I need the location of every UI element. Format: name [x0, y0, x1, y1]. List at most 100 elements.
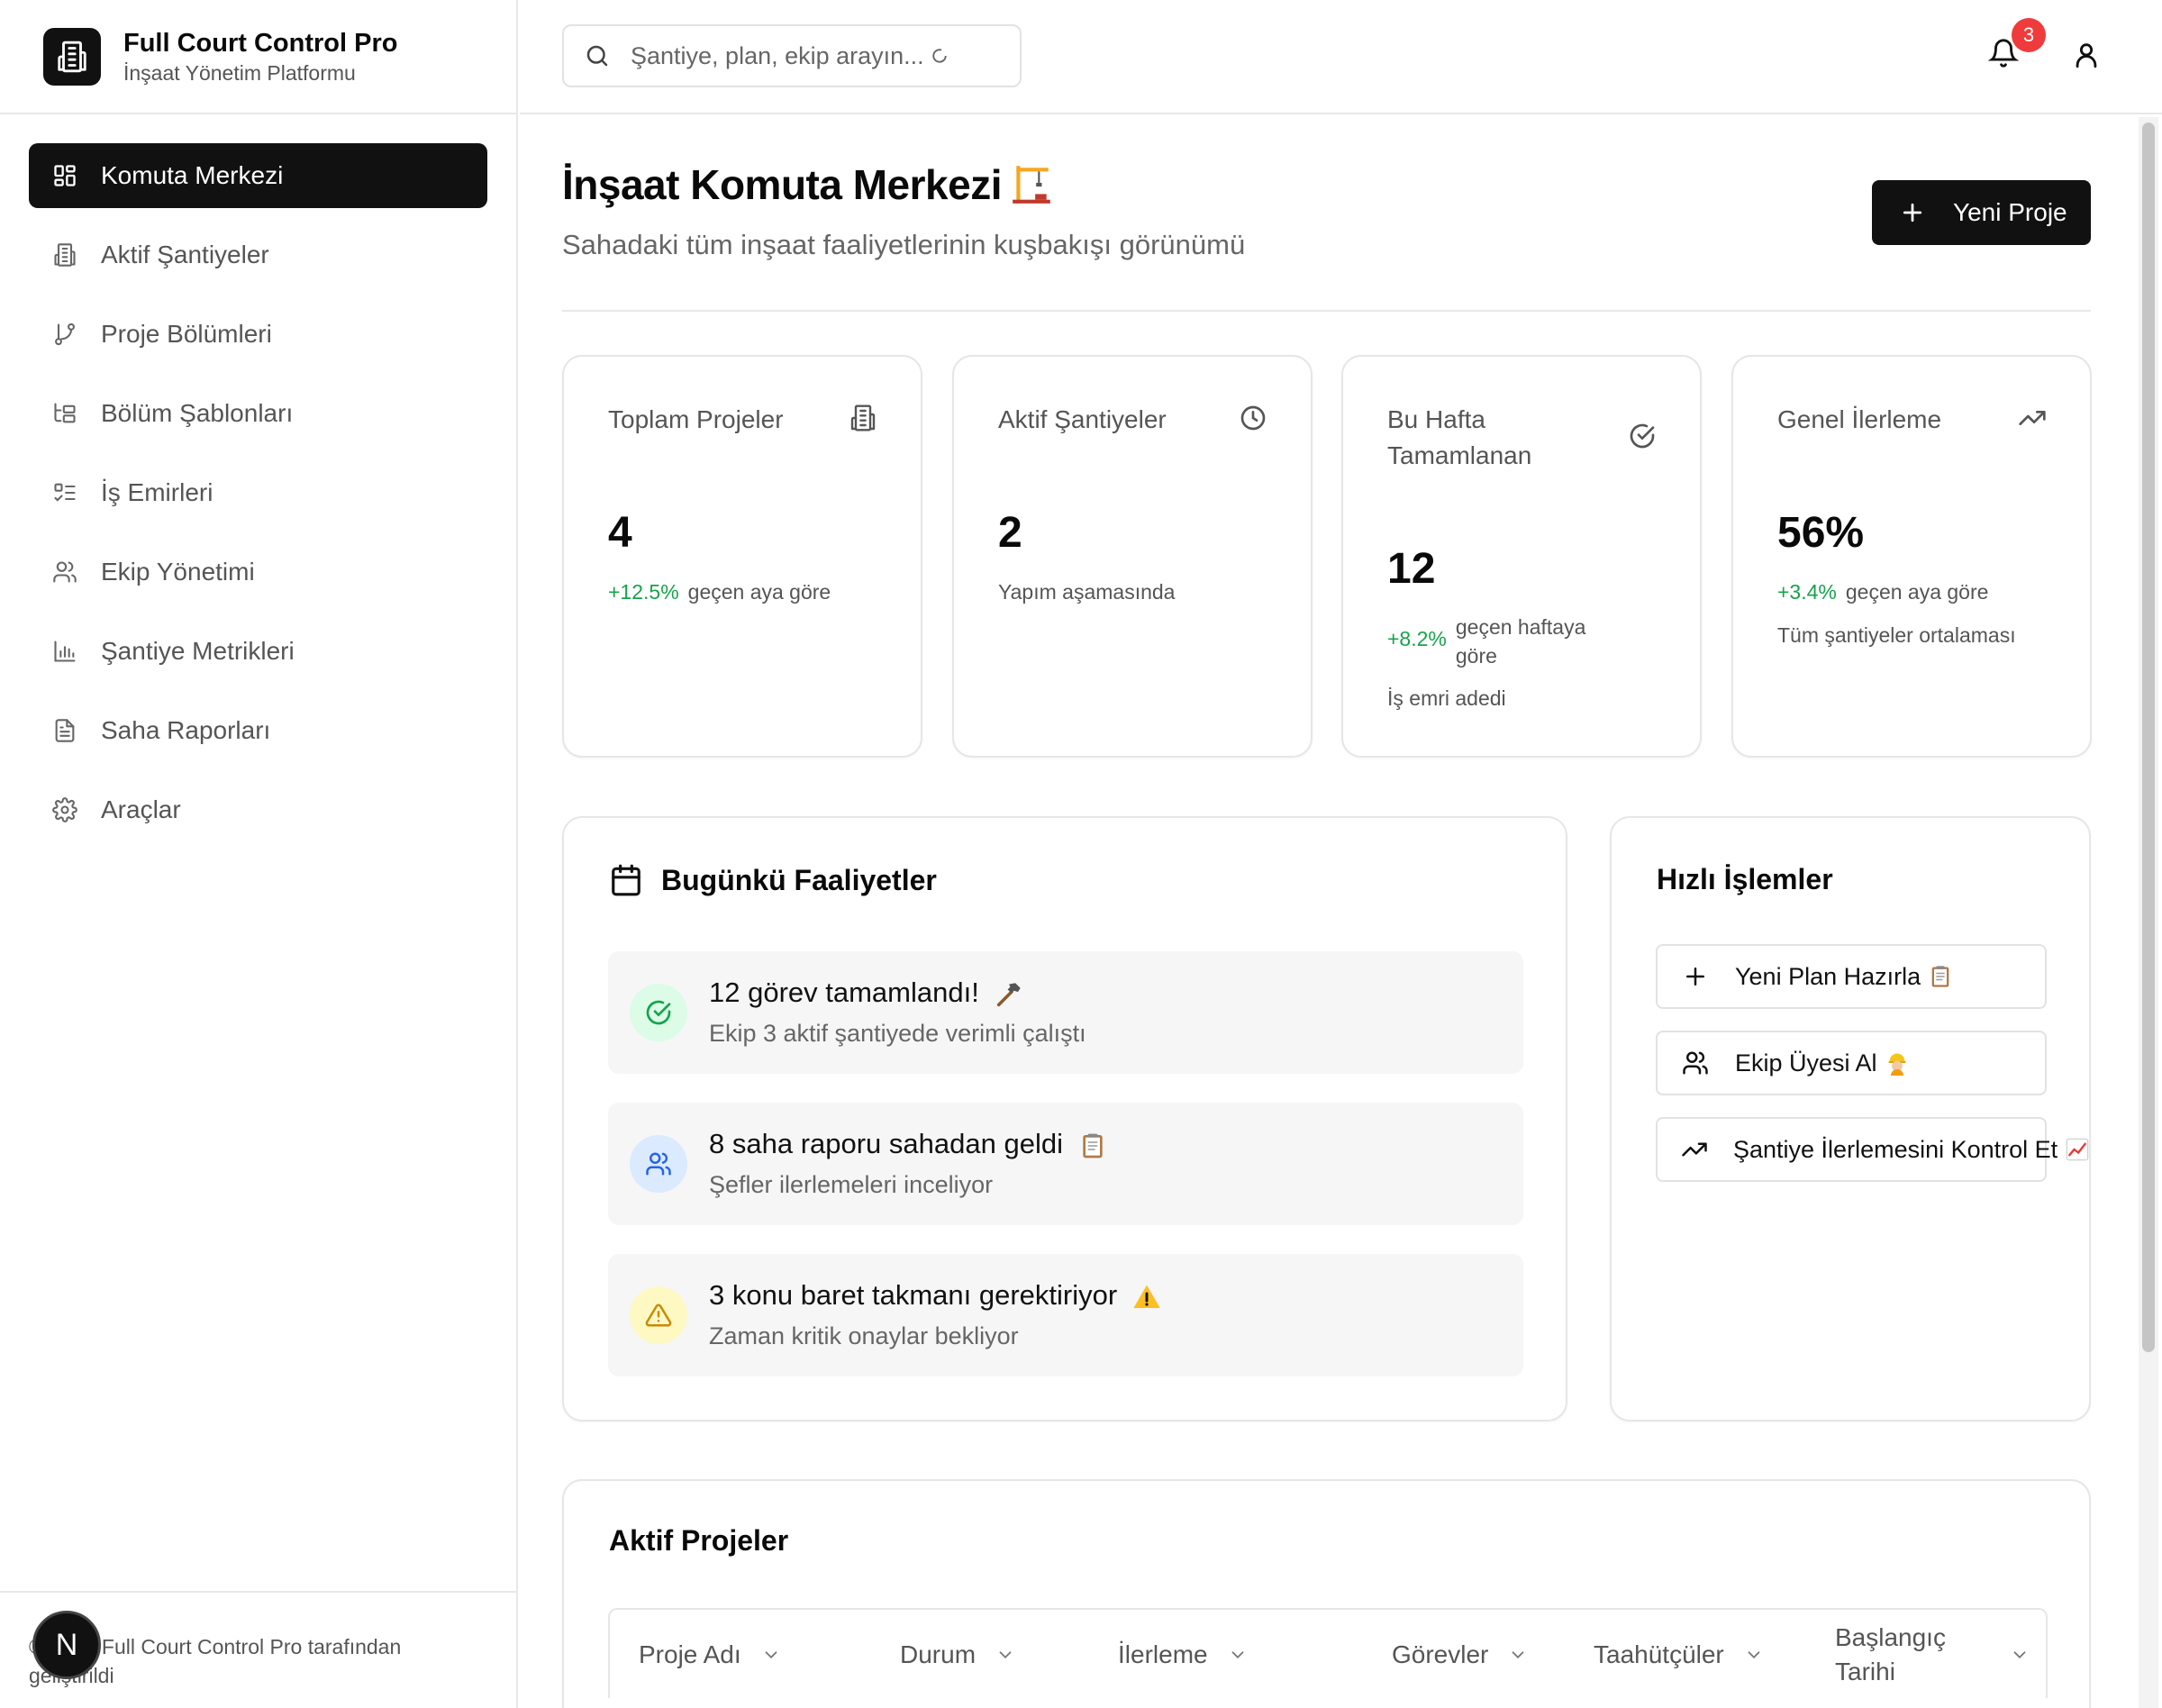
- sidebar-item-proje-bolumleri[interactable]: Proje Bölümleri: [29, 302, 487, 367]
- search-input[interactable]: Şantiye, plan, ekip arayın...: [562, 24, 1022, 87]
- dev-tools-badge[interactable]: N: [32, 1611, 101, 1679]
- sidebar-item-bolum-sablonlari[interactable]: Bölüm Şablonları: [29, 381, 487, 446]
- sidebar-item-label: İş Emirleri: [101, 478, 213, 506]
- stat-change-text: geçen aya göre: [687, 580, 831, 604]
- column-header-baslangic-tarihi[interactable]: Başlangıç Tarihi: [1835, 1610, 2030, 1700]
- stat-card-genel-ilerleme: Genel İlerleme 56% +3.4% geçen aya göre …: [1731, 355, 2092, 758]
- sidebar-item-araclar[interactable]: Araçlar: [29, 777, 487, 842]
- column-header-gorevler[interactable]: Görevler: [1392, 1610, 1528, 1700]
- sidebar-nav: Komuta Merkezi Aktif Şantiyeler Proje Bö…: [0, 114, 516, 842]
- clock-icon: [1239, 404, 1267, 432]
- brand[interactable]: Full Court Control Pro İnşaat Yönetim Pl…: [0, 0, 516, 114]
- sidebar-item-aktif-santiyeler[interactable]: Aktif Şantiyeler: [29, 223, 487, 287]
- activity-item[interactable]: 3 konu baret takmanı gerektiriyor Zaman …: [608, 1254, 1523, 1376]
- page-title: İnşaat Komuta Merkezi: [562, 160, 1054, 209]
- stat-title: Aktif Şantiyeler: [998, 405, 1167, 433]
- sidebar-item-komuta-merkezi[interactable]: Komuta Merkezi: [29, 143, 487, 208]
- activities-title: Bugünkü Faaliyetler: [661, 863, 937, 896]
- activity-title: 12 görev tamamlandı!: [709, 977, 1024, 1010]
- activities-header: Bugünkü Faaliyetler: [609, 863, 937, 897]
- scrollbar-thumb[interactable]: [2142, 123, 2155, 1352]
- chevron-down-icon: [761, 1645, 781, 1665]
- chevron-down-icon: [995, 1645, 1015, 1665]
- clipboard-icon: [1078, 1131, 1107, 1160]
- stat-title: Genel İlerleme: [1777, 405, 1942, 433]
- sidebar-item-saha-raporlari[interactable]: Saha Raporları: [29, 698, 487, 763]
- brand-title: Full Court Control Pro: [123, 28, 398, 58]
- users-icon: [630, 1135, 687, 1193]
- sidebar-item-label: Proje Bölümleri: [101, 320, 272, 348]
- bar-chart-icon: [50, 637, 79, 666]
- quick-action-label: Yeni Plan Hazırla: [1735, 962, 1921, 990]
- stat-title: Toplam Projeler: [608, 405, 784, 433]
- users-icon: [1681, 1049, 1710, 1077]
- chart-increasing-icon: [2065, 1137, 2090, 1162]
- activity-title: 8 saha raporu sahadan geldi: [709, 1128, 1107, 1160]
- column-label: Başlangıç Tarihi: [1835, 1623, 1946, 1685]
- activity-subtitle: Şefler ilerlemeleri inceliyor: [709, 1171, 994, 1198]
- search-icon: [584, 42, 611, 69]
- activity-subtitle: Ekip 3 aktif şantiyede verimli çalıştı: [709, 1020, 1086, 1047]
- stat-change: Yapım aşamasında: [998, 580, 1175, 604]
- chevron-down-icon: [1744, 1645, 1764, 1665]
- quick-action-add-member-button[interactable]: Ekip Üyesi Al: [1656, 1031, 2047, 1095]
- check-circle-icon: [1628, 422, 1657, 450]
- quick-action-check-progress-button[interactable]: Şantiye İlerlemesini Kontrol Et: [1656, 1117, 2089, 1182]
- check-circle-icon: [630, 984, 687, 1041]
- sidebar-item-is-emirleri[interactable]: İş Emirleri: [29, 460, 487, 525]
- activity-item[interactable]: 8 saha raporu sahadan geldi Şefler ilerl…: [608, 1103, 1523, 1225]
- stat-value: 56%: [1777, 509, 1865, 557]
- sidebar-item-label: Aktif Şantiyeler: [101, 241, 269, 268]
- sidebar: Full Court Control Pro İnşaat Yönetim Pl…: [0, 0, 518, 1708]
- checklist-icon: [50, 478, 79, 507]
- column-header-taahutculer[interactable]: Taahütçüler: [1594, 1610, 1764, 1700]
- building-icon: [50, 241, 79, 269]
- tree-structure-icon: [50, 399, 79, 428]
- quick-action-new-plan-button[interactable]: Yeni Plan Hazırla: [1656, 944, 2047, 1009]
- construction-worker-icon: [1885, 1050, 1910, 1076]
- column-label: Durum: [900, 1640, 977, 1668]
- trending-up-icon: [2018, 404, 2047, 432]
- git-branch-icon: [50, 320, 79, 349]
- stat-change-value: +12.5%: [608, 580, 679, 604]
- stat-change-text: geçen aya göre: [1845, 580, 1989, 604]
- document-icon: [50, 716, 79, 745]
- activity-title-text: 8 saha raporu sahadan geldi: [709, 1128, 1063, 1159]
- activity-title-text: 3 konu baret takmanı gerektiriyor: [709, 1279, 1118, 1311]
- stat-note: Tüm şantiyeler ortalaması: [1777, 623, 2016, 647]
- column-label: Proje Adı: [639, 1640, 741, 1668]
- activity-item[interactable]: 12 görev tamamlandı! Ekip 3 aktif şantiy…: [608, 951, 1523, 1074]
- trending-up-icon: [1681, 1136, 1708, 1163]
- column-header-proje-adi[interactable]: Proje Adı: [639, 1610, 781, 1700]
- new-project-button[interactable]: Yeni Proje: [1872, 180, 2091, 245]
- quick-actions-card: Hızlı İşlemler Yeni Plan Hazırla Ekip Üy…: [1610, 816, 2091, 1422]
- dashboard-grid-icon: [50, 161, 79, 190]
- stat-value: 12: [1387, 545, 1436, 593]
- loading-spinner-icon: [931, 48, 948, 64]
- active-projects-title: Aktif Projeler: [609, 1524, 789, 1557]
- stat-card-aktif-santiyeler: Aktif Şantiyeler 2 Yapım aşamasında: [952, 355, 1313, 758]
- building-icon: [849, 404, 877, 432]
- sidebar-item-santiye-metrikleri[interactable]: Şantiye Metrikleri: [29, 619, 487, 684]
- sidebar-item-label: Komuta Merkezi: [101, 161, 284, 189]
- page-subtitle: Sahadaki tüm inşaat faaliyetlerinin kuşb…: [562, 229, 1246, 260]
- user-icon[interactable]: [2071, 40, 2102, 70]
- sidebar-item-label: Saha Raporları: [101, 716, 271, 744]
- sidebar-item-label: Araçlar: [101, 795, 181, 823]
- stat-change-text: geçen haftaya göre: [1455, 615, 1586, 668]
- stat-change-text: Yapım aşamasında: [998, 580, 1176, 604]
- construction-crane-icon: [1009, 162, 1054, 207]
- stat-card-toplam-projeler: Toplam Projeler 4 +12.5% geçen aya göre: [562, 355, 922, 758]
- chevron-down-icon: [1508, 1645, 1528, 1665]
- stat-card-bu-hafta-tamamlanan: Bu Hafta Tamamlanan 12 +8.2% geçen hafta…: [1341, 355, 1702, 758]
- column-header-durum[interactable]: Durum: [900, 1610, 1015, 1700]
- warning-sign-icon: [1132, 1283, 1161, 1312]
- stat-value: 2: [998, 509, 1022, 557]
- plus-icon: [1899, 199, 1926, 226]
- building-icon: [43, 27, 101, 86]
- column-header-ilerleme[interactable]: İlerleme: [1118, 1610, 1248, 1700]
- clipboard-icon: [1928, 964, 1953, 989]
- sidebar-item-ekip-yonetimi[interactable]: Ekip Yönetimi: [29, 540, 487, 604]
- stat-change: +3.4% geçen aya göre: [1777, 580, 1988, 604]
- divider: [562, 310, 2091, 312]
